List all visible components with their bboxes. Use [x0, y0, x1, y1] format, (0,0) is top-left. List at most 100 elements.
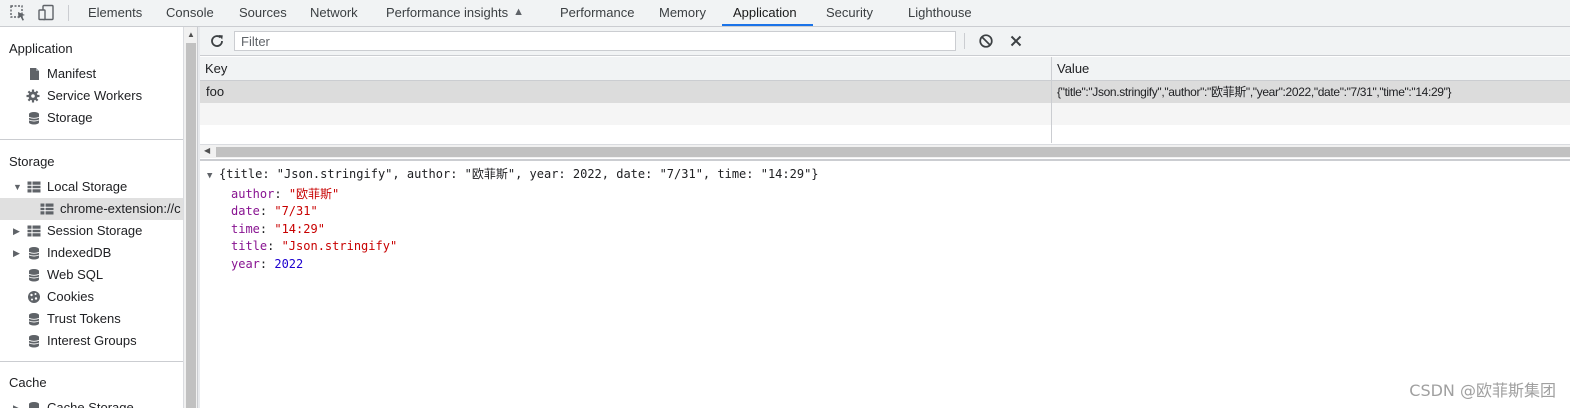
sidebar-item-web-sql[interactable]: Web SQL — [0, 264, 183, 286]
sidebar-item-label: Cookies — [47, 289, 94, 304]
sidebar-item-label: Interest Groups — [47, 333, 137, 348]
preview-field-key: year — [231, 256, 260, 271]
sidebar-item-service-workers[interactable]: Service Workers — [0, 85, 183, 107]
expand-triangle-down-icon[interactable]: ▼ — [13, 176, 22, 198]
sidebar-item-chrome-extension-origin[interactable]: chrome-extension://c — [0, 198, 183, 220]
preview-field: year: 2022 — [231, 256, 304, 271]
sidebar-item-trust-tokens[interactable]: Trust Tokens — [0, 308, 183, 330]
csdn-watermark: CSDN @欧菲斯集团 — [1409, 381, 1556, 400]
sidebar-item-label: Storage — [47, 110, 93, 125]
tab-memory[interactable]: Memory — [659, 0, 706, 26]
refresh-icon[interactable] — [209, 33, 225, 49]
scroll-left-arrow-icon[interactable]: ◀ — [204, 146, 210, 155]
preview-summary: {title: "Json.stringify", author: "欧菲斯",… — [219, 167, 819, 181]
cell-value: {"title":"Json.stringify","author":"欧菲斯"… — [1057, 85, 1452, 99]
tab-performance-insights-label: Performance insights — [386, 5, 509, 20]
database-icon — [29, 402, 39, 408]
delete-selected-icon[interactable] — [1008, 33, 1024, 49]
table-row[interactable]: foo {"title":"Json.stringify","author":"… — [200, 81, 1570, 103]
table-scrollbar-thumb[interactable] — [216, 147, 1570, 157]
database-icon — [28, 335, 40, 348]
application-sidebar: Application Manifest Service Workers Sto… — [0, 27, 183, 408]
sidebar-item-label: Trust Tokens — [47, 311, 121, 326]
database-icon — [28, 247, 40, 260]
preview-field-value: "7/31" — [274, 204, 318, 218]
table-row-empty[interactable] — [200, 103, 1570, 125]
sidebar-item-manifest[interactable]: Manifest — [0, 63, 183, 85]
table-horizontal-scrollbar[interactable]: ◀ — [200, 144, 1570, 158]
clear-all-icon[interactable] — [978, 33, 994, 49]
tab-lighthouse[interactable]: Lighthouse — [908, 0, 972, 26]
tab-performance[interactable]: Performance — [560, 0, 634, 26]
sidebar-divider — [0, 361, 183, 362]
preview-resizer[interactable] — [200, 159, 1570, 161]
sidebar-scrollbar-thumb[interactable] — [186, 43, 196, 408]
table-header: Key Value — [200, 57, 1570, 81]
active-tab-indicator — [722, 24, 813, 26]
inspect-element-icon[interactable] — [9, 4, 29, 22]
database-icon — [28, 313, 40, 326]
preview-field-key: date — [231, 204, 260, 218]
grid-icon — [27, 181, 41, 193]
sidebar-item-label: Manifest — [47, 66, 97, 81]
toolbar-divider — [964, 33, 965, 49]
sidebar-item-local-storage[interactable]: ▼ Local Storage — [0, 176, 183, 198]
tab-console[interactable]: Console — [166, 0, 214, 26]
experiment-flask-icon: ▲ — [513, 6, 525, 18]
column-divider[interactable] — [1051, 57, 1052, 143]
sidebar-divider — [0, 139, 183, 140]
expand-triangle-right-icon[interactable]: ▶ — [13, 397, 20, 408]
sidebar-item-cache-storage[interactable]: ▶ Cache Storage — [0, 397, 183, 408]
devtools-tab-bar: Elements Console Sources Network Perform… — [0, 0, 1570, 27]
tab-elements[interactable]: Elements — [88, 0, 142, 26]
expand-triangle-right-icon[interactable]: ▶ — [13, 220, 20, 242]
sidebar-item-session-storage[interactable]: ▶ Session Storage — [0, 220, 183, 242]
document-icon — [30, 68, 39, 80]
sidebar-item-storage[interactable]: Storage — [0, 107, 183, 129]
sidebar-item-label: Local Storage — [47, 179, 128, 194]
grid-icon — [40, 203, 54, 215]
storage-toolbar — [200, 27, 1570, 56]
sidebar-item-interest-groups[interactable]: Interest Groups — [0, 330, 183, 352]
sidebar-item-label: chrome-extension://c — [60, 201, 181, 216]
tab-network[interactable]: Network — [310, 0, 358, 26]
section-header-storage: Storage — [9, 154, 55, 169]
sidebar-item-label: Session Storage — [47, 223, 143, 238]
column-header-key[interactable]: Key — [205, 57, 227, 81]
tab-security[interactable]: Security — [826, 0, 873, 26]
sidebar-item-label: Cache Storage — [47, 400, 134, 408]
device-toolbar-icon[interactable] — [37, 4, 57, 22]
database-icon — [28, 269, 40, 282]
sidebar-item-cookies[interactable]: Cookies — [0, 286, 183, 308]
scroll-up-arrow-icon[interactable]: ▲ — [187, 30, 195, 39]
column-header-value[interactable]: Value — [1057, 57, 1089, 81]
value-preview: ▼ {title: "Json.stringify", author: "欧菲斯"… — [207, 166, 819, 273]
preview-field: time: "14:29" — [231, 221, 325, 236]
filter-input[interactable] — [234, 31, 956, 51]
sidebar-item-label: IndexedDB — [47, 245, 112, 260]
cookie-icon — [28, 291, 40, 303]
tab-performance-insights[interactable]: Performance insights ▲ — [386, 0, 524, 26]
expand-triangle-right-icon[interactable]: ▶ — [13, 242, 20, 264]
section-header-application: Application — [9, 41, 73, 56]
sidebar-item-indexeddb[interactable]: ▶ IndexedDB — [0, 242, 183, 264]
preview-field-key: time — [231, 221, 260, 236]
preview-field-value: "欧菲斯" — [288, 186, 340, 201]
preview-field: date: "7/31" — [231, 204, 318, 218]
preview-field-value: "Json.stringify" — [281, 239, 398, 253]
sidebar-item-label: Web SQL — [47, 267, 104, 282]
preview-field-value: "14:29" — [274, 221, 325, 236]
preview-field: title: "Json.stringify" — [231, 239, 398, 253]
collapse-triangle-icon[interactable]: ▼ — [207, 168, 219, 186]
preview-field-key: author — [231, 186, 275, 201]
tab-sources[interactable]: Sources — [239, 0, 287, 26]
cell-key: foo — [206, 84, 225, 99]
preview-field: author: "欧菲斯" — [231, 186, 340, 201]
preview-summary-line[interactable]: ▼ {title: "Json.stringify", author: "欧菲斯"… — [207, 166, 819, 186]
gear-icon — [26, 89, 40, 103]
tab-application[interactable]: Application — [733, 0, 797, 26]
section-header-cache: Cache — [9, 375, 47, 390]
database-icon — [28, 112, 40, 125]
toolbar-divider — [68, 5, 69, 21]
sidebar-scrollbar[interactable]: ▲ — [183, 27, 197, 408]
